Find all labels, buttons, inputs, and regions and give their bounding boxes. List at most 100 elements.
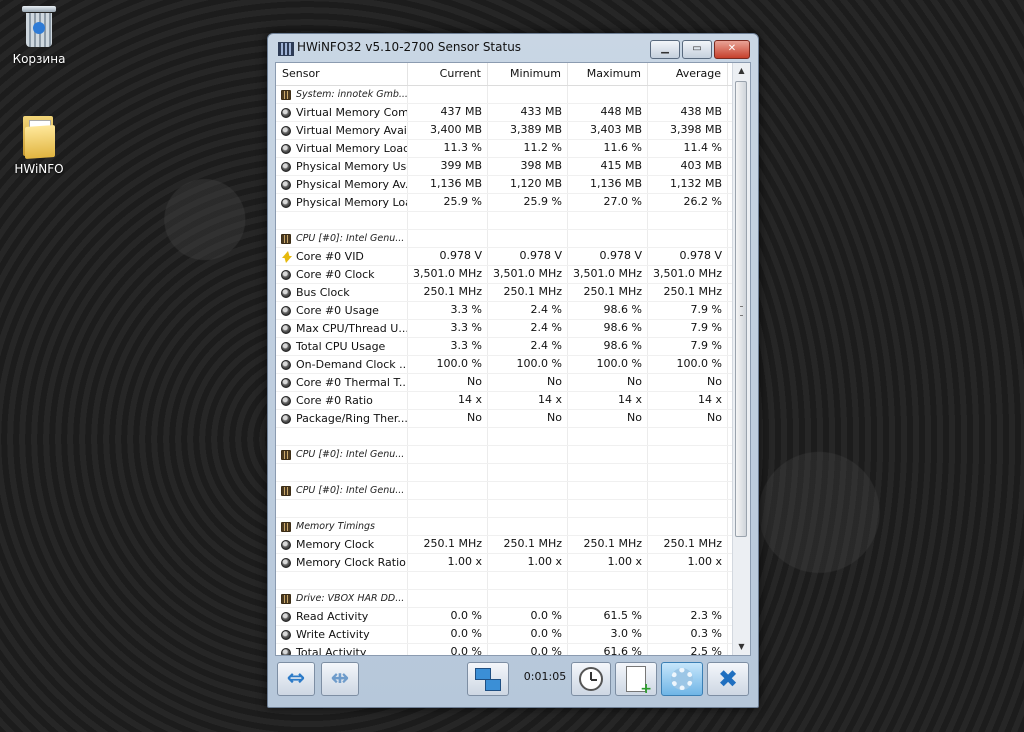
column-header-minimum[interactable]: Minimum	[488, 63, 568, 85]
sensor-name-label: Physical Memory Av...	[296, 177, 408, 191]
sensor-name-cell: Memory Clock Ratio	[276, 554, 408, 571]
sensor-row[interactable]: Physical Memory Load 25.9 % 25.9 % 27.0 % 26…	[276, 194, 732, 212]
voltage-icon	[281, 250, 292, 263]
settings-button[interactable]	[661, 662, 703, 696]
sensor-icon	[281, 413, 291, 424]
sensor-max-cell	[568, 212, 648, 229]
sensor-name-cell: Core #0 Clock	[276, 266, 408, 283]
sensor-min-cell: 2.4 %	[488, 302, 568, 319]
sensor-row[interactable]: Max CPU/Thread U... 3.3 % 2.4 % 98.6 % 7.9 %	[276, 320, 732, 338]
scroll-down-arrow-icon[interactable]: ▼	[736, 641, 747, 653]
sensor-group-row[interactable]: CPU [#0]: Intel Genu...	[276, 446, 732, 464]
desktop-icon-hwinfo[interactable]: HWiNFO	[0, 112, 78, 176]
column-header-current[interactable]: Current	[408, 63, 488, 85]
column-header-maximum[interactable]: Maximum	[568, 63, 648, 85]
sensor-icon	[281, 629, 291, 640]
maximize-button[interactable]: ▭	[682, 40, 712, 59]
sensor-group-row[interactable]: CPU [#0]: Intel Genu...	[276, 230, 732, 248]
sensor-row[interactable]: Core #0 Clock 3,501.0 MHz 3,501.0 MHz 3,501…	[276, 266, 732, 284]
sensor-name-cell	[276, 428, 408, 445]
sensor-group-row[interactable]: Memory Timings	[276, 518, 732, 536]
minimize-button[interactable]: ▁	[650, 40, 680, 59]
hwinfo-app-icon	[278, 42, 294, 56]
sensor-min-cell: 1.00 x	[488, 554, 568, 571]
network-button[interactable]	[467, 662, 509, 696]
chip-icon	[281, 485, 291, 496]
sensor-row[interactable]: Total CPU Usage 3.3 % 2.4 % 98.6 % 7.9 %	[276, 338, 732, 356]
sensor-name-label: Bus Clock	[296, 285, 350, 299]
vertical-scrollbar[interactable]: ▲ ▼	[732, 63, 750, 655]
sensor-row[interactable]: Total Activity 0.0 % 0.0 % 61.6 % 2.5 %	[276, 644, 732, 655]
sensor-name-cell: Virtual Memory Avai...	[276, 122, 408, 139]
sensor-max-cell: 98.6 %	[568, 302, 648, 319]
sensor-min-cell	[488, 446, 568, 463]
sensor-name-cell	[276, 212, 408, 229]
sensor-row[interactable]: Read Activity 0.0 % 0.0 % 61.5 % 2.3 %	[276, 608, 732, 626]
sensor-max-cell	[568, 518, 648, 535]
sensor-current-cell: 3.3 %	[408, 302, 488, 319]
sensor-icon	[281, 107, 291, 118]
sensor-group-row[interactable]: Drive: VBOX HAR DD...	[276, 590, 732, 608]
logging-button[interactable]	[615, 662, 657, 697]
sensor-row[interactable]: Memory Clock 250.1 MHz 250.1 MHz 250.1 MHz 2…	[276, 536, 732, 554]
scroll-up-arrow-icon[interactable]: ▲	[736, 65, 747, 77]
sensor-name-label: Memory Timings	[296, 520, 375, 532]
sensor-avg-cell	[648, 518, 728, 535]
sensor-row[interactable]: Core #0 VID 0.978 V 0.978 V 0.978 V 0.978 V	[276, 248, 732, 266]
sensor-max-cell: 415 MB	[568, 158, 648, 175]
sensor-row[interactable]: Core #0 Usage 3.3 % 2.4 % 98.6 % 7.9 %	[276, 302, 732, 320]
sensor-avg-cell	[648, 482, 728, 499]
sensor-row[interactable]: Virtual Memory Com... 437 MB 433 MB 448 MB 4…	[276, 104, 732, 122]
sensor-avg-cell: 1,132 MB	[648, 176, 728, 193]
sensor-row[interactable]: Virtual Memory Load 11.3 % 11.2 % 11.6 % 11.…	[276, 140, 732, 158]
close-window-button[interactable]: ✕	[714, 40, 750, 59]
expand-columns-button[interactable]: ⇔	[277, 662, 315, 696]
scrollbar-thumb[interactable]	[735, 81, 747, 537]
sensor-current-cell	[408, 518, 488, 535]
column-header-average[interactable]: Average	[648, 63, 728, 85]
close-sensors-button[interactable]: ✖	[707, 662, 749, 696]
sensor-max-cell: 0.978 V	[568, 248, 648, 265]
gear-icon	[671, 668, 693, 690]
sensor-name-cell: Memory Clock	[276, 536, 408, 553]
sensor-current-cell: 0.0 %	[408, 626, 488, 643]
sensor-max-cell: 100.0 %	[568, 356, 648, 373]
sensor-row[interactable]: On-Demand Clock ... 100.0 % 100.0 % 100.0 %…	[276, 356, 732, 374]
sensor-row[interactable]: Bus Clock 250.1 MHz 250.1 MHz 250.1 MHz 250.…	[276, 284, 732, 302]
clock-icon	[579, 667, 603, 691]
desktop-icon-recycle-bin[interactable]: Корзина	[0, 6, 78, 66]
sensor-name-label: Memory Clock Ratio	[296, 555, 406, 569]
sensor-avg-cell	[648, 428, 728, 445]
sensor-name-label: Total CPU Usage	[296, 339, 386, 353]
sensor-row[interactable]: Physical Memory Av... 1,136 MB 1,120 MB 1,1…	[276, 176, 732, 194]
sensor-row[interactable]: Package/Ring Ther... No No No No	[276, 410, 732, 428]
sensor-row[interactable]: Write Activity 0.0 % 0.0 % 3.0 % 0.3 %	[276, 626, 732, 644]
sensor-current-cell: 399 MB	[408, 158, 488, 175]
sensor-row[interactable]: Virtual Memory Avai... 3,400 MB 3,389 MB 3,…	[276, 122, 732, 140]
sensor-min-cell: 100.0 %	[488, 356, 568, 373]
sensor-row[interactable]: Physical Memory Used 399 MB 398 MB 415 MB 40…	[276, 158, 732, 176]
sensor-current-cell: 3,501.0 MHz	[408, 266, 488, 283]
sensor-current-cell: 100.0 %	[408, 356, 488, 373]
recycle-bin-label: Корзина	[12, 52, 66, 66]
sensor-avg-cell: 26.2 %	[648, 194, 728, 211]
sensor-max-cell	[568, 230, 648, 247]
sensor-name-label: On-Demand Clock ...	[296, 357, 408, 371]
sensor-current-cell: 1.00 x	[408, 554, 488, 571]
sensor-row[interactable]: Core #0 Thermal T... No No No No	[276, 374, 732, 392]
sensor-avg-cell: 7.9 %	[648, 302, 728, 319]
title-bar[interactable]: HWiNFO32 v5.10-2700 Sensor Status ▁ ▭ ✕	[268, 34, 758, 62]
folder-icon	[21, 112, 57, 160]
reset-timer-button[interactable]	[571, 662, 611, 696]
chip-icon	[281, 233, 291, 244]
sensor-row[interactable]: Memory Clock Ratio 1.00 x 1.00 x 1.00 x 1.00…	[276, 554, 732, 572]
sensor-grid: Sensor Current Minimum Maximum Average S…	[276, 63, 732, 655]
sensor-group-row[interactable]: System: innotek Gmb...	[276, 86, 732, 104]
sensor-name-label: Core #0 Usage	[296, 303, 379, 317]
collapse-columns-button[interactable]: ⇹	[321, 662, 359, 696]
sensor-row[interactable]: Core #0 Ratio 14 x 14 x 14 x 14 x	[276, 392, 732, 410]
sensor-group-row[interactable]: CPU [#0]: Intel Genu...	[276, 482, 732, 500]
sensor-min-cell: 3,389 MB	[488, 122, 568, 139]
sensor-icon	[281, 161, 291, 172]
column-header-sensor[interactable]: Sensor	[276, 63, 408, 85]
